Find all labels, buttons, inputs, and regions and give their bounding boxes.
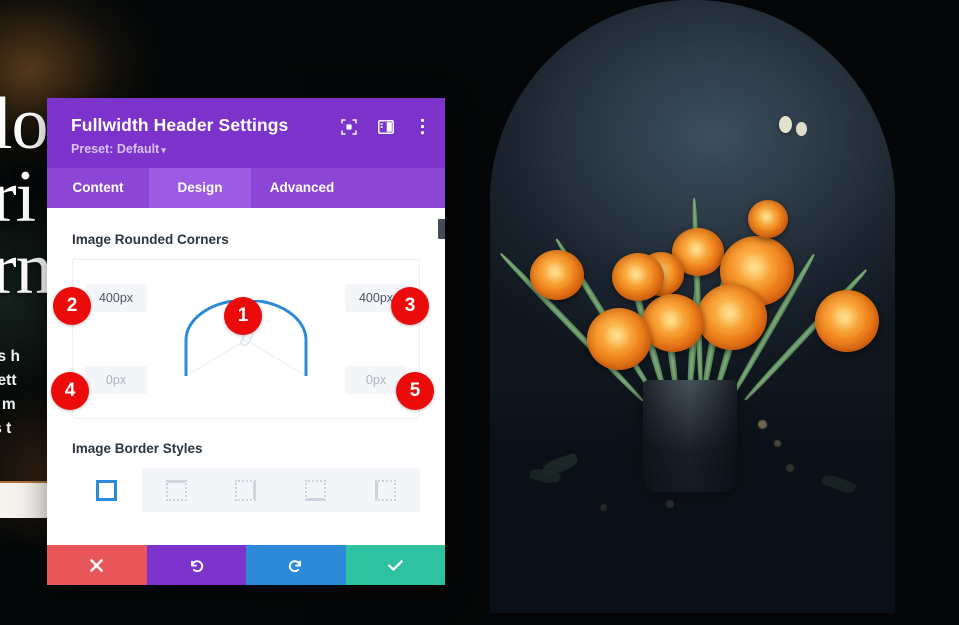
close-icon [90, 558, 104, 572]
undo-icon [190, 559, 203, 572]
modal-tabs: Content Design Advanced [47, 168, 445, 208]
tab-content[interactable]: Content [47, 168, 149, 208]
corner-bottom-left-input[interactable]: 0px [85, 366, 147, 394]
background-heading: lo ri rn [0, 83, 53, 311]
border-style-bottom[interactable] [281, 468, 351, 512]
flower-bloom [748, 200, 788, 238]
modal-footer [47, 545, 445, 585]
image-border-styles-label: Image Border Styles [72, 441, 203, 456]
screenshot-root: lo ri rn goes h nt sett the m this t ORM… [0, 0, 959, 625]
callout-number: 2 [66, 295, 78, 316]
callout-badge-2: 2 [53, 287, 91, 325]
modal-body: Image Rounded Corners 400px 400px 0px 0p… [47, 208, 445, 545]
flower-bloom [612, 253, 664, 301]
callout-badge-4: 4 [51, 372, 89, 410]
border-style-left[interactable] [350, 468, 420, 512]
image-border-styles-section: Image Border Styles [72, 441, 420, 512]
border-bottom-icon [305, 479, 327, 501]
callout-badge-3: 3 [391, 287, 429, 325]
focus-icon[interactable] [340, 118, 357, 135]
flower-bloom [815, 290, 879, 352]
save-button[interactable] [345, 545, 445, 585]
callout-number: 5 [409, 380, 421, 401]
border-style-options [72, 468, 420, 512]
tab-design[interactable]: Design [149, 168, 251, 208]
flower-bloom [530, 250, 584, 300]
modal-header-icons [340, 118, 431, 135]
callout-number: 4 [64, 380, 76, 401]
border-style-all[interactable] [72, 468, 142, 512]
corner-top-left-input[interactable]: 400px [85, 284, 147, 312]
callout-number: 1 [237, 305, 249, 326]
chevron-down-icon: ▾ [161, 145, 166, 155]
layout-panel-icon[interactable] [377, 118, 394, 135]
flower-bloom [642, 294, 704, 352]
undo-button[interactable] [146, 545, 246, 585]
border-right-icon [235, 479, 257, 501]
fullwidth-header-settings-modal: Fullwidth Header Settings Preset: Defaul… [47, 98, 445, 585]
border-style-right[interactable] [211, 468, 281, 512]
flower-bloom [697, 284, 767, 350]
kebab-menu-icon[interactable] [414, 118, 431, 135]
flower-bud [779, 116, 792, 133]
border-all-icon [96, 479, 118, 501]
modal-header: Fullwidth Header Settings Preset: Defaul… [47, 98, 445, 168]
callout-badge-5: 5 [396, 372, 434, 410]
redo-icon [289, 559, 302, 572]
border-top-icon [165, 479, 187, 501]
check-icon [387, 559, 403, 571]
header-image-arch [490, 0, 895, 613]
border-left-icon [374, 479, 396, 501]
cancel-button[interactable] [47, 545, 147, 585]
rounded-corners-control: 400px 400px 0px 0px [72, 259, 420, 419]
redo-button[interactable] [246, 545, 346, 585]
preset-selector[interactable]: Preset: Default ▾ [71, 142, 427, 156]
image-rounded-corners-label: Image Rounded Corners [72, 232, 229, 247]
border-style-top[interactable] [142, 468, 212, 512]
flower-bud [796, 122, 807, 136]
tab-advanced[interactable]: Advanced [251, 168, 353, 208]
callout-badge-1: 1 [224, 297, 262, 335]
photo-floor-shadow [490, 383, 895, 613]
modal-scrollbar-thumb[interactable] [438, 219, 445, 239]
flower-bloom [587, 308, 651, 370]
preset-label: Preset: Default [71, 142, 160, 156]
callout-number: 3 [404, 295, 416, 316]
